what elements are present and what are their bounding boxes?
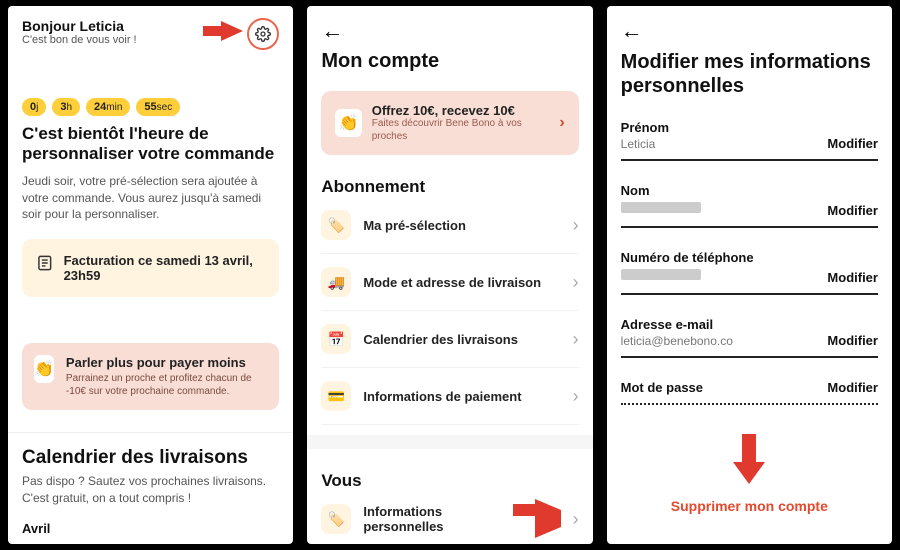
annotation-arrow-personal-info xyxy=(535,510,561,528)
screen-account: ← Mon compte 👏 Offrez 10€, recevez 10€ F… xyxy=(307,6,592,544)
greeting-sub: C'est bon de vous voir ! xyxy=(22,34,137,46)
modify-button[interactable]: Modifier xyxy=(827,136,878,151)
edit-title: Modifier mes informations personnelles xyxy=(621,50,878,98)
field-label: Adresse e-mail xyxy=(621,317,828,332)
back-button[interactable]: ← xyxy=(321,18,578,44)
row-delivery-calendar[interactable]: 📅 Calendrier des livraisons › xyxy=(321,311,578,368)
screen-home-content: Bonjour Leticia C'est bon de vous voir !… xyxy=(8,6,293,544)
chevron-right-icon: › xyxy=(573,215,579,236)
gear-icon xyxy=(255,26,271,42)
tag-icon: 🏷️ xyxy=(321,504,351,534)
annotation-arrow-delete xyxy=(733,434,765,484)
promo-sub: Faites découvrir Bene Bono à vos proches xyxy=(372,118,550,143)
chevron-right-icon: › xyxy=(573,329,579,350)
countdown-hours: 3h xyxy=(52,98,80,116)
referral-text: Parler plus pour payer moins Parrainez u… xyxy=(66,355,267,398)
modify-button[interactable]: Modifier xyxy=(827,380,878,395)
screen-home: Bonjour Leticia C'est bon de vous voir !… xyxy=(8,6,293,544)
field-prenom: Prénom Leticia Modifier xyxy=(621,110,878,161)
field-value: leticia@benebono.co xyxy=(621,334,828,348)
chevron-right-icon: › xyxy=(573,272,579,293)
divider xyxy=(8,432,293,433)
truck-icon: 🚚 xyxy=(321,267,351,297)
chevron-right-icon: › xyxy=(573,386,579,407)
field-label: Prénom xyxy=(621,120,828,135)
account-title: Mon compte xyxy=(321,50,578,73)
screen-account-content: ← Mon compte 👏 Offrez 10€, recevez 10€ F… xyxy=(307,6,592,544)
tag-icon: 🏷️ xyxy=(321,210,351,240)
field-telephone: Numéro de téléphone Modifier xyxy=(621,240,878,295)
countdown-mins: 24min xyxy=(86,98,130,116)
countdown: 0j 3h 24min 55sec xyxy=(22,98,279,116)
receipt-icon xyxy=(36,253,54,273)
screen-edit-info: ← Modifier mes informations personnelles… xyxy=(607,6,892,544)
greeting-name: Bonjour Leticia xyxy=(22,18,137,34)
divider xyxy=(307,435,592,449)
row-label: Informations de paiement xyxy=(363,389,560,404)
referral-card[interactable]: 👏 Parler plus pour payer moins Parrainez… xyxy=(22,343,279,410)
row-personal-info[interactable]: 🏷️ Informations personnelles › xyxy=(321,491,578,544)
card-icon: 💳 xyxy=(321,381,351,411)
calendar-month: Avril xyxy=(22,521,279,536)
annotation-arrow-settings xyxy=(221,21,243,41)
field-password: Mot de passe Modifier xyxy=(621,370,878,405)
referral-sub: Parrainez un proche et profitez chacun d… xyxy=(66,372,267,398)
promo-title: Offrez 10€, recevez 10€ xyxy=(372,103,550,118)
field-label: Nom xyxy=(621,183,828,198)
field-value: Leticia xyxy=(621,137,828,151)
billing-text: Facturation ce samedi 13 avril, 23h59 xyxy=(64,253,266,283)
settings-button[interactable] xyxy=(247,18,279,50)
redacted-value xyxy=(621,202,701,213)
back-button[interactable]: ← xyxy=(621,18,878,44)
row-preselection[interactable]: 🏷️ Ma pré-sélection › xyxy=(321,197,578,254)
chevron-right-icon: › xyxy=(573,509,579,530)
calendar-sub: Pas dispo ? Sautez vos prochaines livrai… xyxy=(22,473,279,507)
countdown-secs: 55sec xyxy=(136,98,180,116)
row-label: Ma pré-sélection xyxy=(363,218,560,233)
billing-card[interactable]: Facturation ce samedi 13 avril, 23h59 xyxy=(22,239,279,297)
row-payment-info[interactable]: 💳 Informations de paiement › xyxy=(321,368,578,425)
greeting-block: Bonjour Leticia C'est bon de vous voir ! xyxy=(22,18,137,46)
field-email: Adresse e-mail leticia@benebono.co Modif… xyxy=(621,307,878,358)
clap-icon: 👏 xyxy=(34,355,54,383)
row-delivery-mode[interactable]: 🚚 Mode et adresse de livraison › xyxy=(321,254,578,311)
clap-icon: 👏 xyxy=(335,109,361,137)
promo-card[interactable]: 👏 Offrez 10€, recevez 10€ Faites découvr… xyxy=(321,91,578,155)
row-label: Calendrier des livraisons xyxy=(363,332,560,347)
calendar-title: Calendrier des livraisons xyxy=(22,447,279,469)
delete-account-link[interactable]: Supprimer mon compte xyxy=(607,498,892,514)
modify-button[interactable]: Modifier xyxy=(827,333,878,348)
redacted-value xyxy=(621,269,701,280)
home-body: Jeudi soir, votre pré-sélection sera ajo… xyxy=(22,173,279,223)
countdown-days: 0j xyxy=(22,98,46,116)
field-nom: Nom Modifier xyxy=(621,173,878,228)
chevron-right-icon: › xyxy=(559,114,564,132)
home-headline: C'est bientôt l'heure de personnaliser v… xyxy=(22,124,279,165)
referral-title: Parler plus pour payer moins xyxy=(66,355,267,370)
calendar-icon: 📅 xyxy=(321,324,351,354)
promo-text: Offrez 10€, recevez 10€ Faites découvrir… xyxy=(372,103,550,143)
row-label: Informations personnelles xyxy=(363,504,522,534)
section-abonnement: Abonnement xyxy=(321,177,578,197)
modify-button[interactable]: Modifier xyxy=(827,203,878,218)
modify-button[interactable]: Modifier xyxy=(827,270,878,285)
row-label: Mode et adresse de livraison xyxy=(363,275,560,290)
field-label: Mot de passe xyxy=(621,380,828,395)
field-label: Numéro de téléphone xyxy=(621,250,828,265)
section-vous: Vous xyxy=(321,471,578,491)
